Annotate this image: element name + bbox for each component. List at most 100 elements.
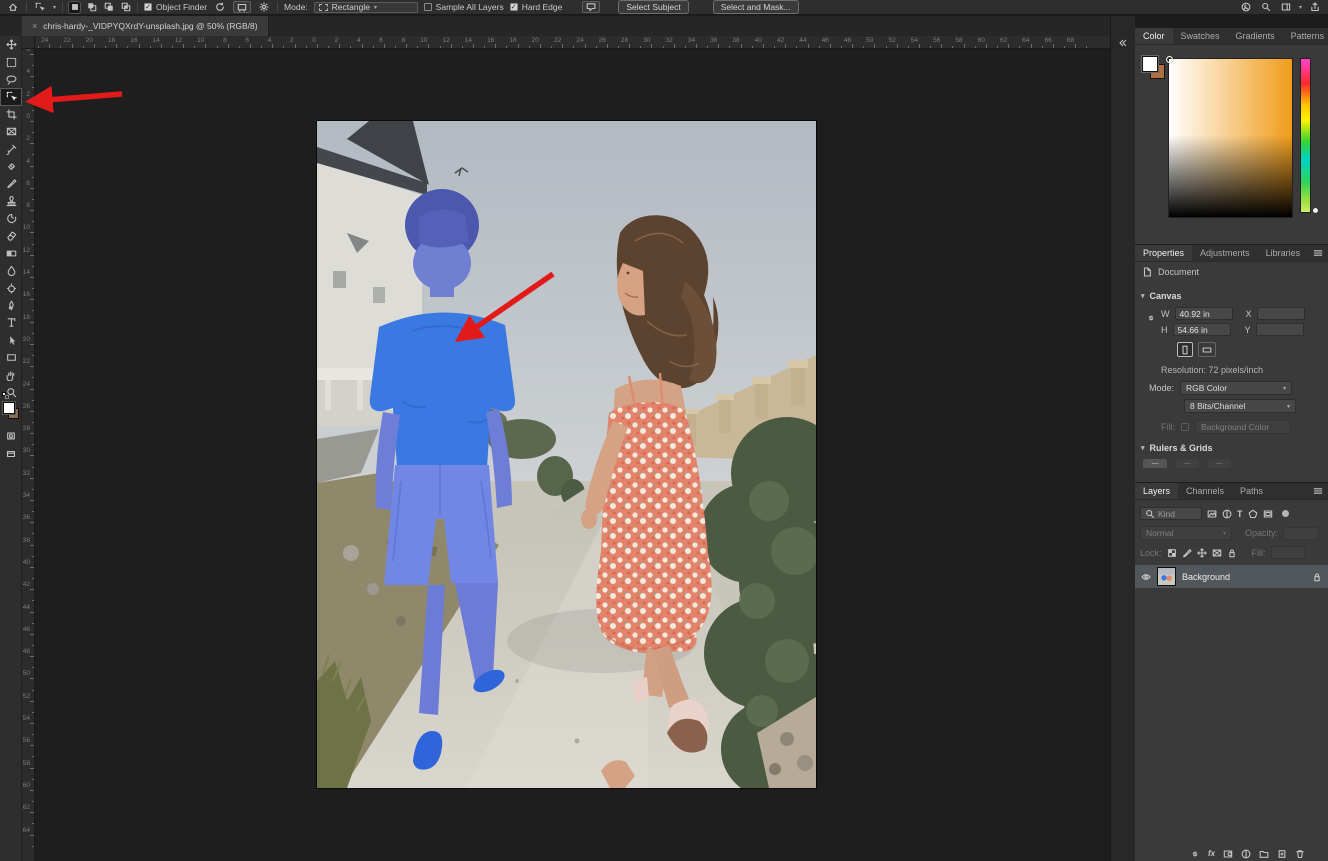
tab-swatches[interactable]: Swatches bbox=[1173, 28, 1228, 44]
workspace-icon[interactable] bbox=[1279, 1, 1293, 13]
clone-stamp-tool[interactable] bbox=[0, 193, 22, 210]
chevron-down-icon[interactable]: ▾ bbox=[53, 4, 56, 11]
color-picker-marker[interactable] bbox=[1166, 56, 1173, 63]
width-field[interactable]: 40.92 in bbox=[1175, 307, 1233, 320]
canvas-photo[interactable] bbox=[317, 121, 816, 788]
search-icon[interactable] bbox=[1259, 1, 1273, 13]
lock-transparency-icon[interactable] bbox=[1167, 548, 1177, 558]
mode-dropdown[interactable]: Rectangle ▾ bbox=[314, 2, 418, 13]
layer-fill-field[interactable] bbox=[1271, 546, 1305, 559]
fill-color-dropdown[interactable]: Background Color bbox=[1195, 420, 1291, 434]
rulers-grids-section-header[interactable]: ▾ Rulers & Grids bbox=[1141, 443, 1213, 453]
tool-preset-icon[interactable] bbox=[33, 1, 47, 13]
subtract-selection-button[interactable] bbox=[103, 2, 114, 13]
ruler-toggle-button[interactable]: –– bbox=[1143, 459, 1167, 468]
layer-mask-icon[interactable] bbox=[1223, 849, 1233, 859]
tab-channels[interactable]: Channels bbox=[1178, 483, 1232, 499]
hand-tool[interactable] bbox=[0, 366, 22, 383]
intersect-selection-button[interactable] bbox=[120, 2, 131, 13]
foreground-background-colors[interactable] bbox=[2, 392, 20, 422]
hue-slider[interactable] bbox=[1300, 58, 1311, 213]
layer-search-box[interactable]: Kind bbox=[1140, 507, 1202, 520]
quick-mask-button[interactable] bbox=[0, 428, 22, 444]
tab-layers[interactable]: Layers bbox=[1135, 483, 1178, 499]
tab-adjustments[interactable]: Adjustments bbox=[1192, 245, 1258, 261]
sample-all-layers-checkbox[interactable]: Sample All Layers bbox=[424, 2, 504, 12]
filter-adjustment-icon[interactable] bbox=[1222, 509, 1232, 519]
feedback-icon[interactable] bbox=[582, 1, 600, 13]
foreground-color-swatch[interactable] bbox=[1142, 56, 1158, 72]
home-icon[interactable] bbox=[6, 1, 20, 13]
brush-tool[interactable] bbox=[0, 175, 22, 192]
lock-all-icon[interactable] bbox=[1227, 548, 1237, 558]
filter-shape-icon[interactable] bbox=[1248, 509, 1258, 519]
gradient-tool[interactable] bbox=[0, 245, 22, 262]
hue-slider-marker[interactable] bbox=[1313, 208, 1318, 213]
lasso-tool[interactable] bbox=[0, 71, 22, 88]
x-field[interactable] bbox=[1257, 307, 1305, 320]
gear-icon[interactable] bbox=[257, 1, 271, 13]
document-tab[interactable]: × chris-hardy-_VIDPYQXrdY-unsplash.jpg @… bbox=[22, 16, 269, 36]
pen-tool[interactable] bbox=[0, 297, 22, 314]
select-subject-button[interactable]: Select Subject bbox=[618, 0, 688, 14]
lock-artboard-icon[interactable] bbox=[1212, 548, 1222, 558]
lock-position-icon[interactable] bbox=[1197, 548, 1207, 558]
tab-properties[interactable]: Properties bbox=[1135, 245, 1192, 261]
blur-tool[interactable] bbox=[0, 262, 22, 279]
hard-edge-checkbox[interactable]: ✓ Hard Edge bbox=[510, 2, 563, 12]
tab-paths[interactable]: Paths bbox=[1232, 483, 1271, 499]
screen-mode-button[interactable] bbox=[0, 446, 22, 462]
grid-toggle-button[interactable]: –– bbox=[1175, 459, 1199, 468]
frame-tool[interactable] bbox=[0, 123, 22, 140]
tab-patterns[interactable]: Patterns bbox=[1283, 28, 1328, 44]
path-select-tool[interactable] bbox=[0, 332, 22, 349]
chevron-down-icon[interactable]: ▾ bbox=[1299, 4, 1302, 11]
default-colors-icon[interactable] bbox=[2, 392, 9, 399]
crop-tool[interactable] bbox=[0, 106, 22, 123]
color-mode-dropdown[interactable]: RGB Color ▾ bbox=[1180, 381, 1292, 395]
type-tool[interactable] bbox=[0, 314, 22, 331]
blend-mode-dropdown[interactable]: Normal ▾ bbox=[1140, 526, 1232, 540]
adjustment-layer-icon[interactable] bbox=[1241, 849, 1251, 859]
object-selection-tool[interactable] bbox=[0, 88, 22, 105]
eye-icon[interactable] bbox=[1141, 572, 1151, 582]
bit-depth-dropdown[interactable]: 8 Bits/Channel ▾ bbox=[1184, 399, 1296, 413]
height-field[interactable]: 54.66 in bbox=[1173, 323, 1231, 336]
layer-row-background[interactable]: Background bbox=[1135, 565, 1328, 588]
marquee-tool[interactable] bbox=[0, 53, 22, 70]
move-tool[interactable] bbox=[0, 36, 22, 53]
foreground-color-swatch[interactable] bbox=[3, 402, 15, 414]
canvas-area[interactable] bbox=[35, 49, 1110, 861]
shape-tool[interactable] bbox=[0, 349, 22, 366]
expand-panels-icon[interactable] bbox=[1117, 38, 1127, 48]
eraser-tool[interactable] bbox=[0, 227, 22, 244]
healing-brush-tool[interactable] bbox=[0, 158, 22, 175]
tab-gradients[interactable]: Gradients bbox=[1228, 28, 1283, 44]
close-icon[interactable]: × bbox=[32, 21, 37, 31]
refresh-icon[interactable] bbox=[213, 1, 227, 13]
document-type-row[interactable]: Document bbox=[1142, 267, 1199, 277]
link-dimensions-icon[interactable] bbox=[1146, 313, 1156, 323]
fill-checkbox[interactable] bbox=[1181, 423, 1189, 431]
y-field[interactable] bbox=[1256, 323, 1304, 336]
new-selection-button[interactable] bbox=[69, 2, 80, 13]
link-layers-icon[interactable] bbox=[1190, 849, 1200, 859]
tab-libraries[interactable]: Libraries bbox=[1258, 245, 1309, 261]
delete-layer-icon[interactable] bbox=[1295, 849, 1305, 859]
ruler-horizontal[interactable]: 2624222018161412108642024681012141618202… bbox=[22, 36, 1110, 49]
layer-effects-icon[interactable]: fx bbox=[1208, 849, 1215, 858]
history-brush-tool[interactable] bbox=[0, 210, 22, 227]
filter-toggle-icon[interactable] bbox=[1282, 510, 1289, 517]
eyedropper-tool[interactable] bbox=[0, 140, 22, 157]
guides-toggle-button[interactable]: –– bbox=[1207, 459, 1231, 468]
landscape-orientation-button[interactable] bbox=[1198, 342, 1216, 357]
tab-color[interactable]: Color bbox=[1135, 28, 1173, 44]
show-all-objects-icon[interactable] bbox=[233, 1, 251, 13]
filter-smart-object-icon[interactable] bbox=[1263, 509, 1273, 519]
color-proxy-swatches[interactable] bbox=[1142, 56, 1168, 82]
ruler-vertical[interactable]: 6420246810121416182022242628303234363840… bbox=[22, 49, 35, 861]
filter-image-icon[interactable] bbox=[1207, 509, 1217, 519]
filter-type-icon[interactable]: T bbox=[1237, 509, 1243, 519]
help-icon[interactable] bbox=[1239, 1, 1253, 13]
select-and-mask-button[interactable]: Select and Mask... bbox=[713, 0, 799, 14]
